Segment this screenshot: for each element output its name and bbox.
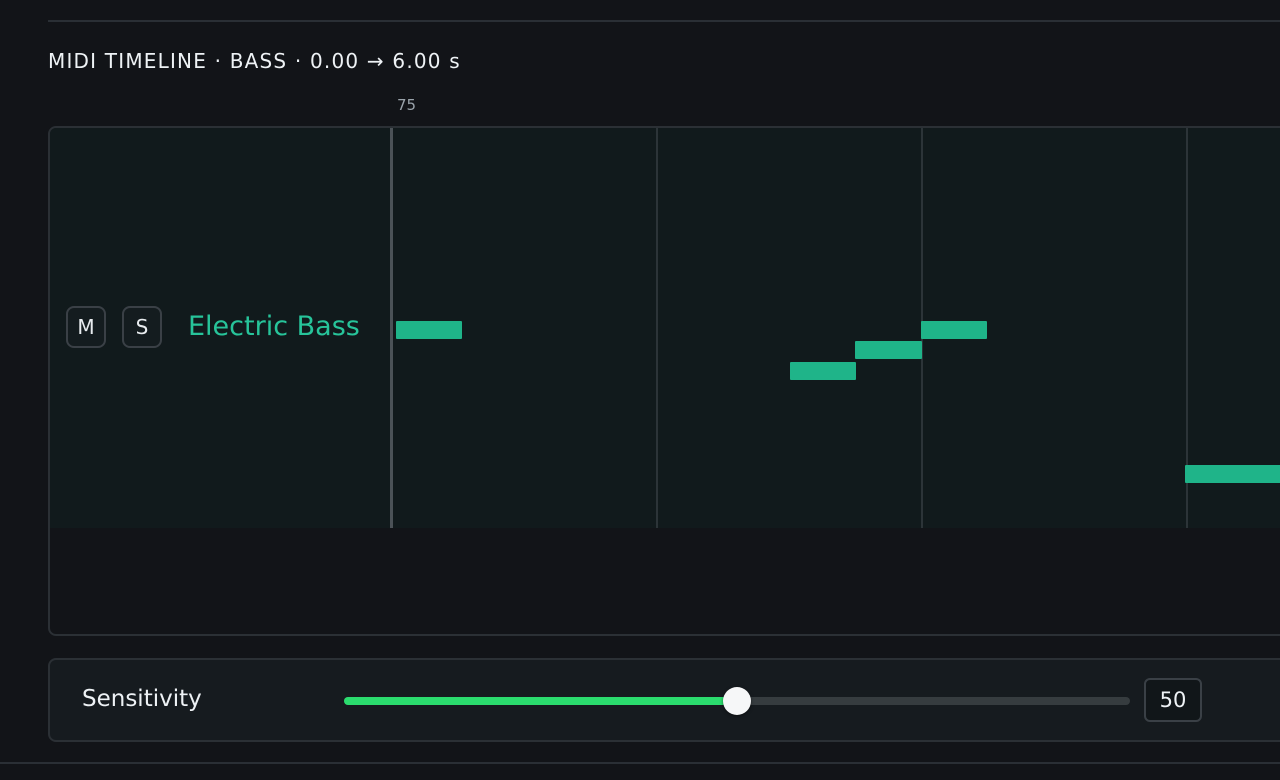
- slider-thumb[interactable]: [723, 687, 751, 715]
- track-header: M S Electric Bass: [50, 128, 390, 528]
- midi-note[interactable]: [790, 362, 856, 380]
- timeline-title: MIDI TIMELINE · BASS · 0.00 → 6.00 s: [48, 49, 461, 73]
- solo-button[interactable]: S: [122, 306, 162, 348]
- midi-note[interactable]: [921, 321, 987, 339]
- slider-fill: [344, 697, 737, 705]
- ruler-marker-label: 75: [397, 96, 417, 114]
- mute-button[interactable]: M: [66, 306, 106, 348]
- sensitivity-slider[interactable]: [344, 687, 1130, 715]
- midi-note[interactable]: [396, 321, 462, 339]
- top-divider: [48, 20, 1280, 22]
- playhead[interactable]: [390, 128, 393, 528]
- midi-note[interactable]: [1185, 465, 1280, 483]
- timeline-panel: M S Electric Bass: [48, 126, 1280, 636]
- sensitivity-value-field[interactable]: 50: [1144, 678, 1202, 722]
- track-lane[interactable]: M S Electric Bass: [50, 128, 1280, 528]
- sensitivity-label: Sensitivity: [82, 686, 202, 712]
- grid-line: [656, 128, 658, 528]
- sensitivity-panel: Sensitivity 50: [48, 658, 1280, 742]
- midi-note[interactable]: [855, 341, 922, 359]
- bottom-divider: [0, 762, 1280, 764]
- track-name: Electric Bass: [188, 311, 360, 342]
